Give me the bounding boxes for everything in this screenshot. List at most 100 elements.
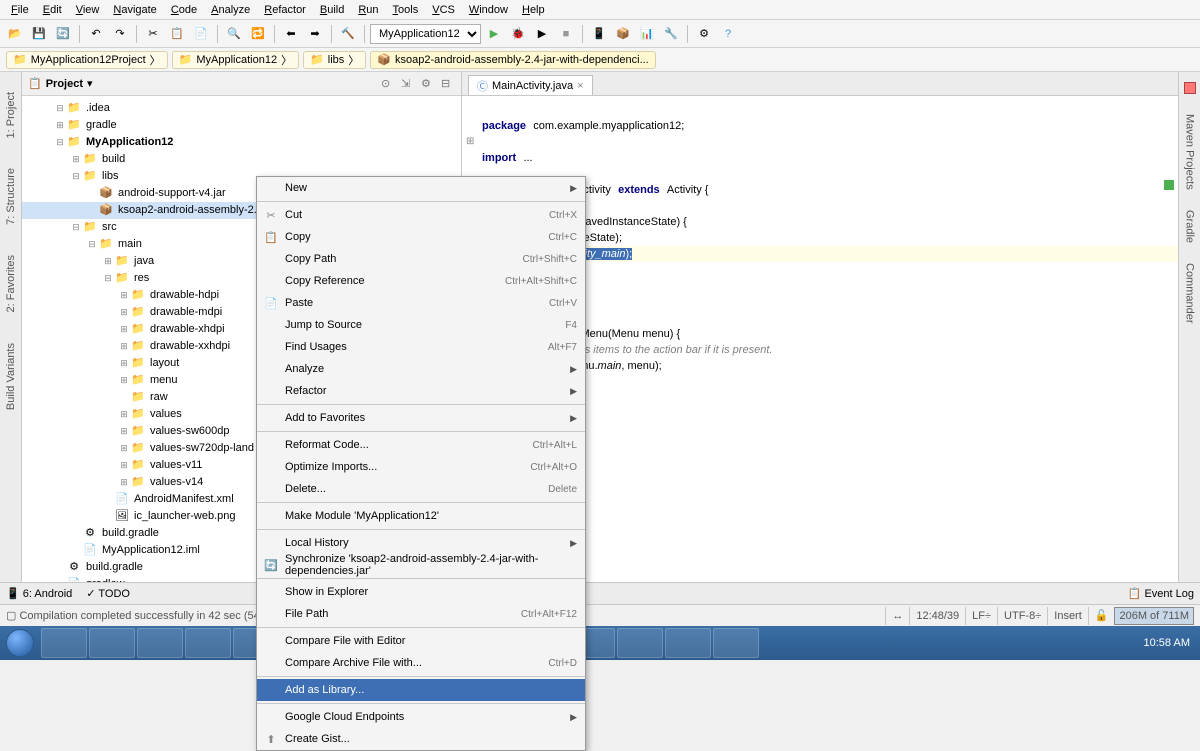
attach-debugger-icon[interactable]: ▶ bbox=[531, 23, 553, 45]
menu-window[interactable]: Window bbox=[462, 0, 515, 19]
run-config-combo[interactable]: MyApplication12 bbox=[370, 24, 481, 44]
close-icon[interactable]: × bbox=[577, 80, 583, 92]
menu-item-refactor[interactable]: Refactor▶ bbox=[257, 380, 585, 402]
menu-item-optimize-imports[interactable]: Optimize Imports...Ctrl+Alt+O bbox=[257, 456, 585, 478]
tool-tab-favorites[interactable]: 2: Favorites bbox=[5, 255, 17, 312]
event-log-button[interactable]: 📋 Event Log bbox=[1128, 587, 1194, 600]
menu-item-compare-archive-file-with[interactable]: Compare Archive File with...Ctrl+D bbox=[257, 652, 585, 674]
monitor-icon[interactable]: 📊 bbox=[636, 23, 658, 45]
replace-icon[interactable]: 🔁 bbox=[247, 23, 269, 45]
menu-item-create-gist[interactable]: ⬆Create Gist... bbox=[257, 728, 585, 750]
sdk-icon[interactable]: 📦 bbox=[612, 23, 634, 45]
menu-item-make-module-myapplication12[interactable]: Make Module 'MyApplication12' bbox=[257, 505, 585, 527]
save-icon[interactable]: 💾 bbox=[28, 23, 50, 45]
maven-icon[interactable] bbox=[1184, 82, 1196, 94]
tab-todo[interactable]: ✓ TODO bbox=[86, 587, 130, 600]
help-icon[interactable]: ? bbox=[717, 23, 739, 45]
taskbar-app[interactable] bbox=[665, 628, 711, 658]
autoscroll-icon[interactable]: ⊙ bbox=[381, 77, 395, 91]
menu-item-copy-reference[interactable]: Copy ReferenceCtrl+Alt+Shift+C bbox=[257, 270, 585, 292]
undo-icon[interactable]: ↶ bbox=[85, 23, 107, 45]
tree-node[interactable]: ⊟📁MyApplication12 bbox=[22, 134, 461, 151]
breadcrumb-item[interactable]: 📦ksoap2-android-assembly-2.4-jar-with-de… bbox=[370, 51, 655, 69]
tool-tab-buildvariants[interactable]: Build Variants bbox=[5, 343, 17, 410]
taskbar-app[interactable] bbox=[89, 628, 135, 658]
open-icon[interactable]: 📂 bbox=[4, 23, 26, 45]
hide-icon[interactable]: ⊟ bbox=[441, 77, 455, 91]
lock-icon[interactable]: 🔓 bbox=[1088, 607, 1115, 625]
run-icon[interactable]: ▶ bbox=[483, 23, 505, 45]
tool-tab-mavenprojects[interactable]: Maven Projects bbox=[1184, 114, 1196, 190]
menu-item-cut[interactable]: ✂CutCtrl+X bbox=[257, 204, 585, 226]
insert-mode[interactable]: Insert bbox=[1047, 607, 1088, 625]
menu-item-copy-path[interactable]: Copy PathCtrl+Shift+C bbox=[257, 248, 585, 270]
menu-vcs[interactable]: VCS bbox=[425, 0, 462, 19]
project-view-label[interactable]: Project bbox=[46, 78, 83, 90]
build-icon[interactable]: 🔨 bbox=[337, 23, 359, 45]
breadcrumb-item[interactable]: 📁MyApplication12Project 〉 bbox=[6, 51, 168, 69]
taskbar-app[interactable] bbox=[185, 628, 231, 658]
menu-edit[interactable]: Edit bbox=[36, 0, 69, 19]
tool-tab-commander[interactable]: Commander bbox=[1184, 263, 1196, 324]
avd-icon[interactable]: 📱 bbox=[588, 23, 610, 45]
menu-item-compare-file-with-editor[interactable]: Compare File with Editor bbox=[257, 630, 585, 652]
tool-tab-gradle[interactable]: Gradle bbox=[1184, 210, 1196, 243]
sync-icon[interactable]: 🔄 bbox=[52, 23, 74, 45]
cut-icon[interactable]: ✂ bbox=[142, 23, 164, 45]
menu-item-copy[interactable]: 📋CopyCtrl+C bbox=[257, 226, 585, 248]
menu-item-file-path[interactable]: File PathCtrl+Alt+F12 bbox=[257, 603, 585, 625]
line-separator[interactable]: LF ÷ bbox=[965, 607, 997, 625]
redo-icon[interactable]: ↷ bbox=[109, 23, 131, 45]
menu-item-analyze[interactable]: Analyze▶ bbox=[257, 358, 585, 380]
encoding[interactable]: UTF-8 ÷ bbox=[997, 607, 1047, 625]
menu-item-jump-to-source[interactable]: Jump to SourceF4 bbox=[257, 314, 585, 336]
tab-android[interactable]: 📱 6: Android bbox=[6, 587, 72, 600]
breadcrumb-item[interactable]: 📁MyApplication12 〉 bbox=[172, 51, 299, 69]
menu-analyze[interactable]: Analyze bbox=[204, 0, 257, 19]
menu-code[interactable]: Code bbox=[164, 0, 204, 19]
paste-icon[interactable]: 📄 bbox=[190, 23, 212, 45]
menu-item-find-usages[interactable]: Find UsagesAlt+F7 bbox=[257, 336, 585, 358]
menu-item-reformat-code[interactable]: Reformat Code...Ctrl+Alt+L bbox=[257, 434, 585, 456]
menu-help[interactable]: Help bbox=[515, 0, 552, 19]
menu-item-local-history[interactable]: Local History▶ bbox=[257, 532, 585, 554]
menu-view[interactable]: View bbox=[69, 0, 107, 19]
menu-file[interactable]: File bbox=[4, 0, 36, 19]
tree-node[interactable]: ⊞📁gradle bbox=[22, 117, 461, 134]
memory-indicator[interactable]: 206M of 711M bbox=[1114, 607, 1194, 625]
back-icon[interactable]: ⬅ bbox=[280, 23, 302, 45]
menu-refactor[interactable]: Refactor bbox=[257, 0, 313, 19]
find-icon[interactable]: 🔍 bbox=[223, 23, 245, 45]
goto-icon[interactable]: ↔ bbox=[885, 607, 909, 625]
menu-item-paste[interactable]: 📄PasteCtrl+V bbox=[257, 292, 585, 314]
tree-node[interactable]: ⊞📁build bbox=[22, 151, 461, 168]
stop-icon[interactable]: ■ bbox=[555, 23, 577, 45]
tree-node[interactable]: ⊟📁.idea bbox=[22, 100, 461, 117]
menu-item-add-to-favorites[interactable]: Add to Favorites▶ bbox=[257, 407, 585, 429]
taskbar-app[interactable] bbox=[137, 628, 183, 658]
taskbar-app[interactable] bbox=[617, 628, 663, 658]
debug-icon[interactable]: 🐞 bbox=[507, 23, 529, 45]
gear-icon[interactable]: ⚙ bbox=[421, 77, 435, 91]
menu-item-delete[interactable]: Delete...Delete bbox=[257, 478, 585, 500]
cursor-position[interactable]: 12:48/39 bbox=[909, 607, 965, 625]
system-clock[interactable]: 10:58 AM bbox=[1134, 637, 1200, 650]
menu-navigate[interactable]: Navigate bbox=[106, 0, 163, 19]
menu-item-show-in-explorer[interactable]: Show in Explorer bbox=[257, 581, 585, 603]
tool-tab-structure[interactable]: 7: Structure bbox=[5, 168, 17, 225]
menu-item-add-as-library[interactable]: Add as Library... bbox=[257, 679, 585, 701]
collapse-icon[interactable]: ⇲ bbox=[401, 77, 415, 91]
tool-tab-project[interactable]: 1: Project bbox=[5, 92, 17, 138]
menu-build[interactable]: Build bbox=[313, 0, 351, 19]
copy-icon[interactable]: 📋 bbox=[166, 23, 188, 45]
editor-tab-mainactivity[interactable]: Ⓒ MainActivity.java × bbox=[468, 75, 593, 95]
start-button[interactable] bbox=[0, 626, 40, 660]
menu-run[interactable]: Run bbox=[351, 0, 385, 19]
status-toggle-icon[interactable]: ▢ bbox=[6, 609, 16, 622]
menu-item-google-cloud-endpoints[interactable]: Google Cloud Endpoints▶ bbox=[257, 706, 585, 728]
menu-tools[interactable]: Tools bbox=[386, 0, 426, 19]
taskbar-app[interactable] bbox=[41, 628, 87, 658]
forward-icon[interactable]: ➡ bbox=[304, 23, 326, 45]
taskbar-app[interactable] bbox=[713, 628, 759, 658]
menu-item-synchronize-ksoap2-android-assembly-2-4-jar-with-dependencies-jar[interactable]: 🔄Synchronize 'ksoap2-android-assembly-2.… bbox=[257, 554, 585, 576]
